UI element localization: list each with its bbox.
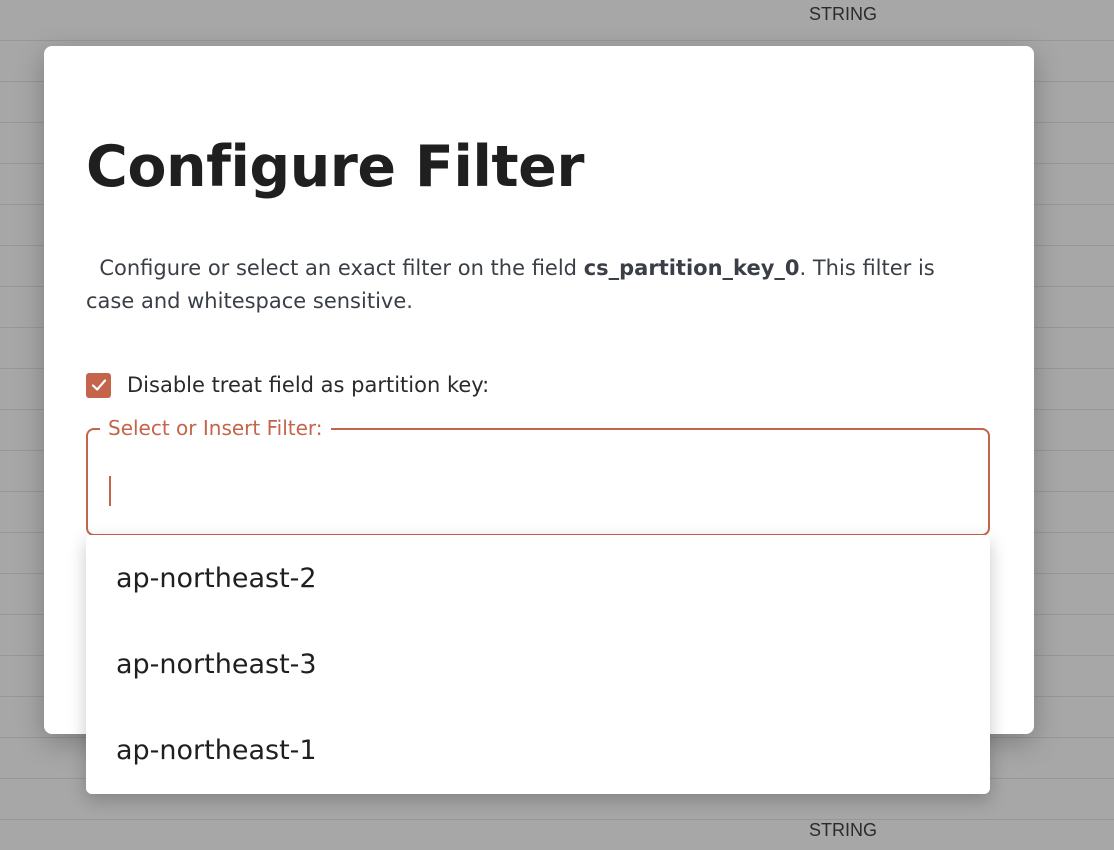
description-prefix: Configure or select an exact filter on t…: [99, 256, 584, 280]
table-cell-type: STRING: [809, 4, 878, 24]
table-cell-type: STRING: [809, 820, 878, 840]
dialog-description: Configure or select an exact filter on t…: [86, 252, 986, 318]
field-name: cs_partition_key_0: [583, 256, 800, 280]
text-caret: [109, 476, 111, 506]
dropdown-option[interactable]: ap-northeast-1: [86, 707, 990, 793]
partition-key-checkbox[interactable]: [86, 372, 111, 398]
filter-options-dropdown: ap-northeast-2 ap-northeast-3 ap-northea…: [86, 535, 990, 794]
dialog-title: Configure Filter: [86, 134, 584, 200]
filter-input[interactable]: [104, 470, 968, 512]
checkmark-icon: [91, 379, 106, 391]
filter-field-label: Select or Insert Filter:: [100, 416, 331, 440]
checkbox-label: Disable treat field as partition key:: [127, 373, 490, 397]
dropdown-option[interactable]: ap-northeast-2: [86, 535, 990, 621]
dropdown-option[interactable]: ap-northeast-3: [86, 621, 990, 707]
filter-field[interactable]: Select or Insert Filter:: [86, 416, 990, 536]
partition-key-checkbox-row[interactable]: Disable treat field as partition key:: [86, 370, 489, 400]
